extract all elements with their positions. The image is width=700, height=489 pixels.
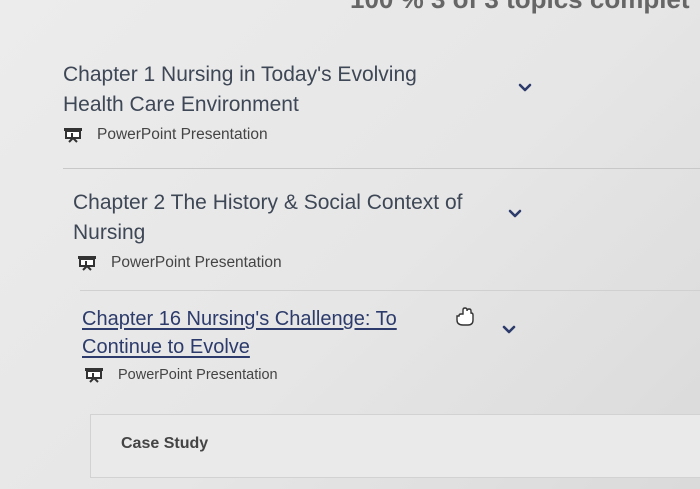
topic-label: PowerPoint Presentation (97, 126, 268, 143)
topic-label: PowerPoint Presentation (111, 254, 282, 271)
chevron-down-icon[interactable] (515, 80, 535, 96)
chevron-down-icon[interactable] (499, 322, 519, 338)
chevron-down-icon[interactable] (505, 206, 525, 222)
topic-row[interactable]: PowerPoint Presentation (84, 367, 422, 383)
topics-complete-status: 100 % 3 of 3 topics complete (350, 0, 690, 15)
divider (63, 168, 700, 169)
module-chapter-1: Chapter 1 Nursing in Today's Evolving He… (63, 60, 463, 144)
presentation-icon (78, 256, 96, 271)
topic-row[interactable]: PowerPoint Presentation (63, 126, 463, 144)
topic-label: PowerPoint Presentation (118, 367, 278, 383)
module-chapter-16: Chapter 16 Nursing's Challenge: To Conti… (82, 305, 422, 383)
hand-pointer-icon (456, 307, 474, 326)
presentation-icon (64, 128, 82, 143)
case-study-card[interactable]: Case Study (90, 414, 700, 478)
module-title[interactable]: Chapter 1 Nursing in Today's Evolving He… (63, 60, 453, 120)
module-title-link[interactable]: Chapter 16 Nursing's Challenge: To Conti… (82, 305, 422, 361)
presentation-icon (85, 368, 103, 383)
divider (80, 290, 700, 291)
module-title[interactable]: Chapter 2 The History & Social Context o… (73, 188, 493, 248)
topic-row[interactable]: PowerPoint Presentation (77, 254, 493, 272)
module-chapter-2: Chapter 2 The History & Social Context o… (73, 188, 493, 272)
case-study-label: Case Study (121, 435, 209, 452)
